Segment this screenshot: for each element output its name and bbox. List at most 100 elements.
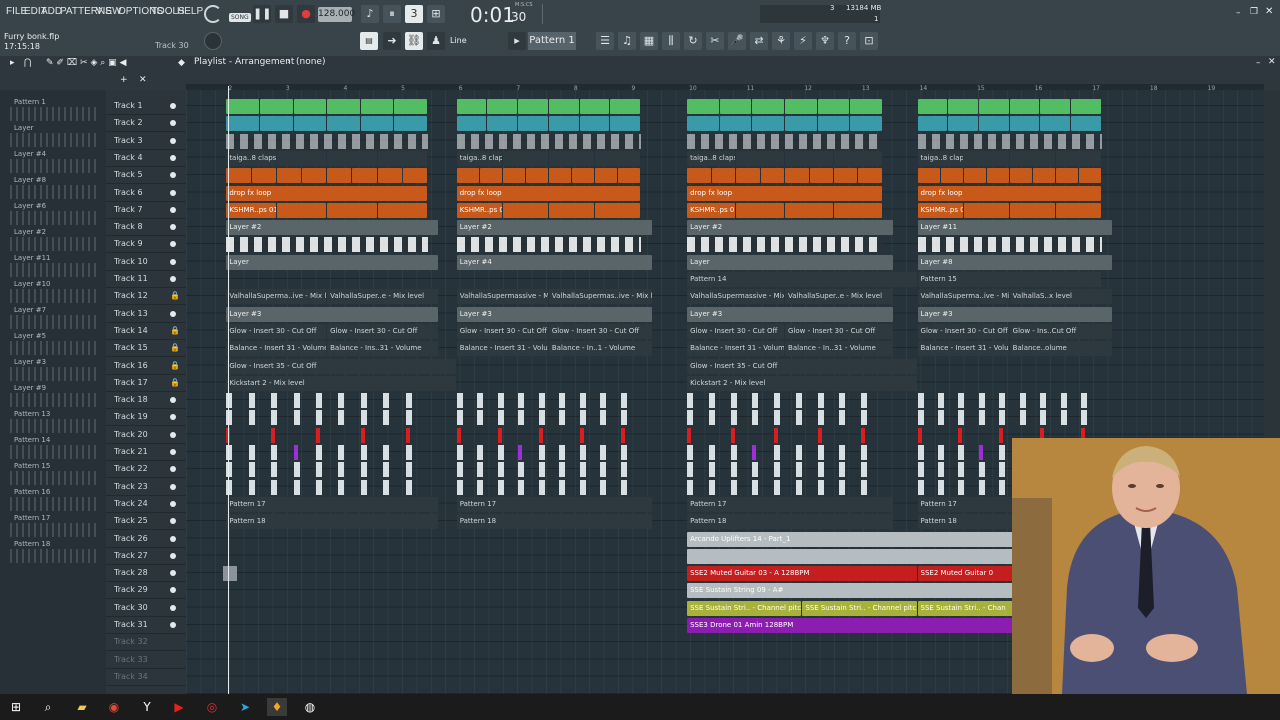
track-header[interactable]: Track 32 xyxy=(106,634,186,652)
arrangement-clip[interactable]: Layer #3 xyxy=(456,306,652,322)
wait-input-icon[interactable]: ⏸ xyxy=(383,5,401,23)
note-pattern[interactable] xyxy=(226,237,428,253)
arrangement-clip[interactable] xyxy=(579,99,610,114)
arrangement-clip[interactable]: Glow - Insert 30 - Cut Off xyxy=(456,323,548,339)
lock-icon[interactable]: 🔒 xyxy=(170,291,180,300)
arrangement-clip[interactable]: Pattern 18 xyxy=(687,514,894,530)
arrangement-clip[interactable] xyxy=(487,99,518,114)
drum-hit-clip[interactable] xyxy=(579,410,586,426)
arrangement-clip[interactable]: ValhallaSupermassive - Mix level xyxy=(456,289,548,305)
drum-hit-clip[interactable] xyxy=(774,462,781,478)
arrangement-clip[interactable] xyxy=(394,99,427,114)
arrangement-clip[interactable] xyxy=(301,168,327,184)
track-mute-led[interactable] xyxy=(170,103,176,109)
track-header[interactable]: Track 10 xyxy=(106,254,186,271)
arrangement-clip[interactable]: ValhallaSuper..e - Mix level xyxy=(327,289,439,305)
arrangement-clip[interactable]: SSE3 Drone 01 Amin 128BPM xyxy=(687,618,1032,633)
drum-hit-clip[interactable] xyxy=(600,462,607,478)
track-header[interactable]: Track 14 🔒 xyxy=(106,323,186,340)
picker-item[interactable]: Layer #5 xyxy=(6,332,100,356)
drum-hit-clip[interactable] xyxy=(579,479,586,495)
drum-hit-clip[interactable] xyxy=(559,462,566,478)
drum-hit-clip[interactable] xyxy=(271,445,278,460)
arrangement-clip[interactable]: drop fx loop xyxy=(917,185,1101,201)
arrangement-clip[interactable] xyxy=(394,116,427,132)
drum-hit-clip[interactable] xyxy=(579,445,586,460)
drum-hit-clip[interactable] xyxy=(795,479,802,495)
arrangement-clip[interactable] xyxy=(834,202,882,218)
drum-hit-clip[interactable] xyxy=(938,393,944,409)
track-header[interactable]: Track 30 xyxy=(106,600,186,617)
arrangement-clip[interactable] xyxy=(1009,150,1055,166)
arrangement-clip[interactable] xyxy=(917,99,948,114)
drum-hit-clip[interactable] xyxy=(315,479,322,495)
drum-hit-clip[interactable] xyxy=(315,393,322,409)
drum-hit-clip[interactable] xyxy=(795,393,802,409)
track-mute-led[interactable] xyxy=(170,414,176,421)
note-pattern[interactable] xyxy=(687,133,883,149)
drum-hit-clip[interactable] xyxy=(271,393,278,409)
drum-hit-clip[interactable] xyxy=(497,462,504,478)
drum-hit-clip[interactable] xyxy=(958,410,965,426)
drum-hit-clip[interactable] xyxy=(360,427,365,443)
drum-hit-clip[interactable] xyxy=(938,410,944,426)
play-arrow-icon[interactable]: ▸ xyxy=(10,58,15,68)
arrangement-clip[interactable]: Balance - Ins..31 - Volume xyxy=(327,341,439,357)
drum-hit-clip[interactable] xyxy=(360,393,367,409)
arrangement-clip[interactable]: Glow - Insert 30 - Cut Off xyxy=(785,323,894,339)
track-mute-led[interactable] xyxy=(170,466,176,473)
arrangement-clip[interactable] xyxy=(456,116,487,132)
master-pitch-knob[interactable] xyxy=(204,32,222,50)
drum-hit-clip[interactable] xyxy=(360,445,367,460)
note-pattern[interactable] xyxy=(917,133,1102,149)
record-button[interactable]: ● xyxy=(297,5,315,23)
blend-notes-icon[interactable]: ⊞ xyxy=(427,5,445,23)
drum-hit-clip[interactable] xyxy=(1060,410,1067,426)
arrangement-clip[interactable]: Pattern 17 xyxy=(687,496,894,512)
drum-hit-clip[interactable] xyxy=(839,410,846,426)
drum-hit-clip[interactable] xyxy=(538,427,543,443)
arrangement-clip[interactable] xyxy=(785,168,809,184)
track-header[interactable]: Track 34 xyxy=(106,669,186,686)
picker-item[interactable]: Layer xyxy=(6,124,100,148)
obs-icon[interactable]: ◍ xyxy=(300,698,320,716)
drum-hit-clip[interactable] xyxy=(861,410,868,426)
drum-hit-clip[interactable] xyxy=(405,479,412,495)
drum-hit-clip[interactable] xyxy=(456,479,463,495)
arrangement-clip[interactable] xyxy=(850,99,882,114)
arrangement-clip[interactable] xyxy=(548,168,571,184)
drum-hit-clip[interactable] xyxy=(383,462,390,478)
drum-hit-clip[interactable] xyxy=(730,427,735,443)
track-mute-led[interactable] xyxy=(170,224,176,231)
arrangement-clip[interactable] xyxy=(687,99,719,114)
drum-hit-clip[interactable] xyxy=(600,479,607,495)
arrangement-clip[interactable]: Layer #8 xyxy=(917,254,1113,270)
drum-hit-clip[interactable] xyxy=(817,462,824,478)
arrangement-clip[interactable]: Glow - Insert 35 - Cut Off xyxy=(687,358,917,374)
arrangement-clip[interactable] xyxy=(276,150,327,166)
arrangement-clip[interactable] xyxy=(251,168,276,184)
arrangement-clip[interactable] xyxy=(917,116,948,132)
arrangement-clip[interactable] xyxy=(327,168,352,184)
note-pattern[interactable] xyxy=(687,237,883,253)
arrangement-clip[interactable]: Layer #3 xyxy=(917,306,1113,322)
drum-hit-clip[interactable] xyxy=(293,479,300,495)
arrangement-clip[interactable] xyxy=(736,150,785,166)
arrangement-clip[interactable] xyxy=(518,116,548,132)
track-mute-led[interactable] xyxy=(170,535,176,542)
song-mode-toggle[interactable]: SONG xyxy=(229,13,251,22)
drum-hit-clip[interactable] xyxy=(839,445,846,460)
arrangement-clip[interactable]: Pattern 18 xyxy=(226,514,439,530)
arrangement-clip[interactable] xyxy=(1071,116,1101,132)
arrangement-clip[interactable] xyxy=(687,548,1032,564)
arrangement-clip[interactable]: SSE Sustain String 09 - A# xyxy=(687,583,1032,599)
arrangement-clip[interactable] xyxy=(752,116,785,132)
arrangement-clip[interactable] xyxy=(1009,168,1032,184)
drum-hit-clip[interactable] xyxy=(497,410,504,426)
drum-hit-clip[interactable] xyxy=(861,445,868,460)
drum-hit-clip[interactable] xyxy=(861,427,866,443)
arrangement-clip[interactable]: Glow - Insert 30 - Cut Off xyxy=(917,323,1009,339)
drum-hit-clip[interactable] xyxy=(383,410,390,426)
tempo-display[interactable]: 128.000 xyxy=(318,7,355,22)
drum-hit-clip[interactable] xyxy=(293,393,300,409)
